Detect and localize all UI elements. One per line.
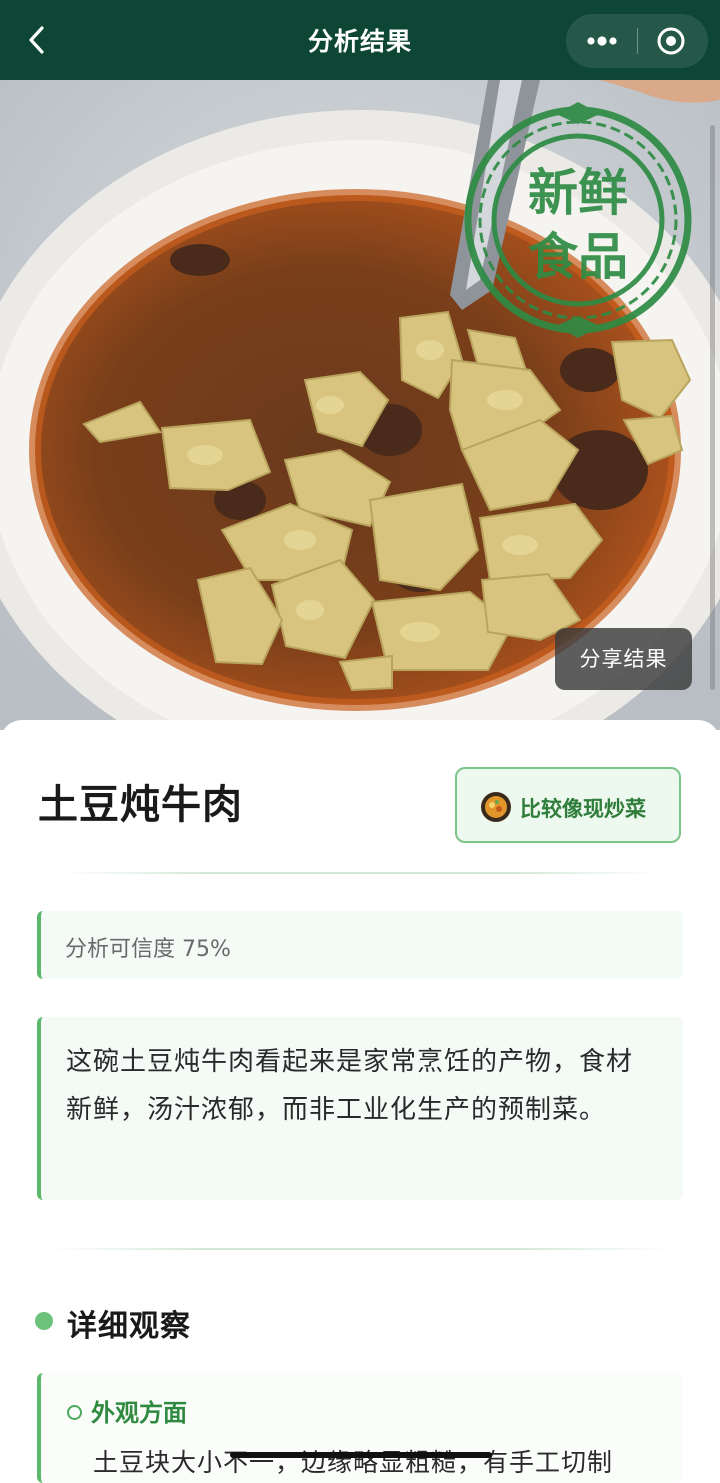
section-bullet xyxy=(35,1312,53,1330)
dish-name: 土豆炖牛肉 xyxy=(38,782,243,828)
verdict-label: 比较像现炒菜 xyxy=(520,797,646,821)
svg-text:新鲜: 新鲜 xyxy=(528,164,628,222)
observation-title: 外观方面 xyxy=(91,1399,187,1427)
observation-item: 外观方面 土豆块大小不一，边缘略显粗糙，有手工切制 xyxy=(37,1373,683,1483)
more-button[interactable] xyxy=(582,27,622,55)
divider xyxy=(60,872,660,874)
capsule-divider xyxy=(637,28,638,54)
divider xyxy=(50,1248,670,1250)
section-title: 详细观察 xyxy=(67,1309,191,1344)
frying-pan-icon xyxy=(481,792,511,822)
verdict-badge: 比较像现炒菜 xyxy=(455,767,681,843)
mini-program-capsule xyxy=(566,14,708,68)
share-result-button[interactable]: 分享结果 xyxy=(555,628,692,690)
navigation-bar: 分析结果 xyxy=(0,0,720,80)
confidence-text: 分析可信度 75% xyxy=(65,937,231,962)
confidence-box: 分析可信度 75% xyxy=(37,911,683,979)
svg-text:食品: 食品 xyxy=(528,228,628,286)
redaction-mark xyxy=(230,1452,492,1458)
target-circle-icon xyxy=(657,27,685,55)
summary-box: 这碗土豆炖牛肉看起来是家常烹饪的产物，食材新鲜，汤汁浓郁，而非工业化生产的预制菜… xyxy=(37,1017,683,1200)
circle-bullet-icon xyxy=(67,1405,82,1420)
summary-text: 这碗土豆炖牛肉看起来是家常烹饪的产物，食材新鲜，汤汁浓郁，而非工业化生产的预制菜… xyxy=(66,1047,634,1125)
result-card: 土豆炖牛肉 比较像现炒菜 分析可信度 75% 这碗土豆炖牛肉看起来是家常烹饪的产… xyxy=(0,720,720,1483)
scrollbar[interactable] xyxy=(710,125,715,690)
more-dots-icon xyxy=(587,36,617,46)
close-mini-program-button[interactable] xyxy=(656,26,686,56)
